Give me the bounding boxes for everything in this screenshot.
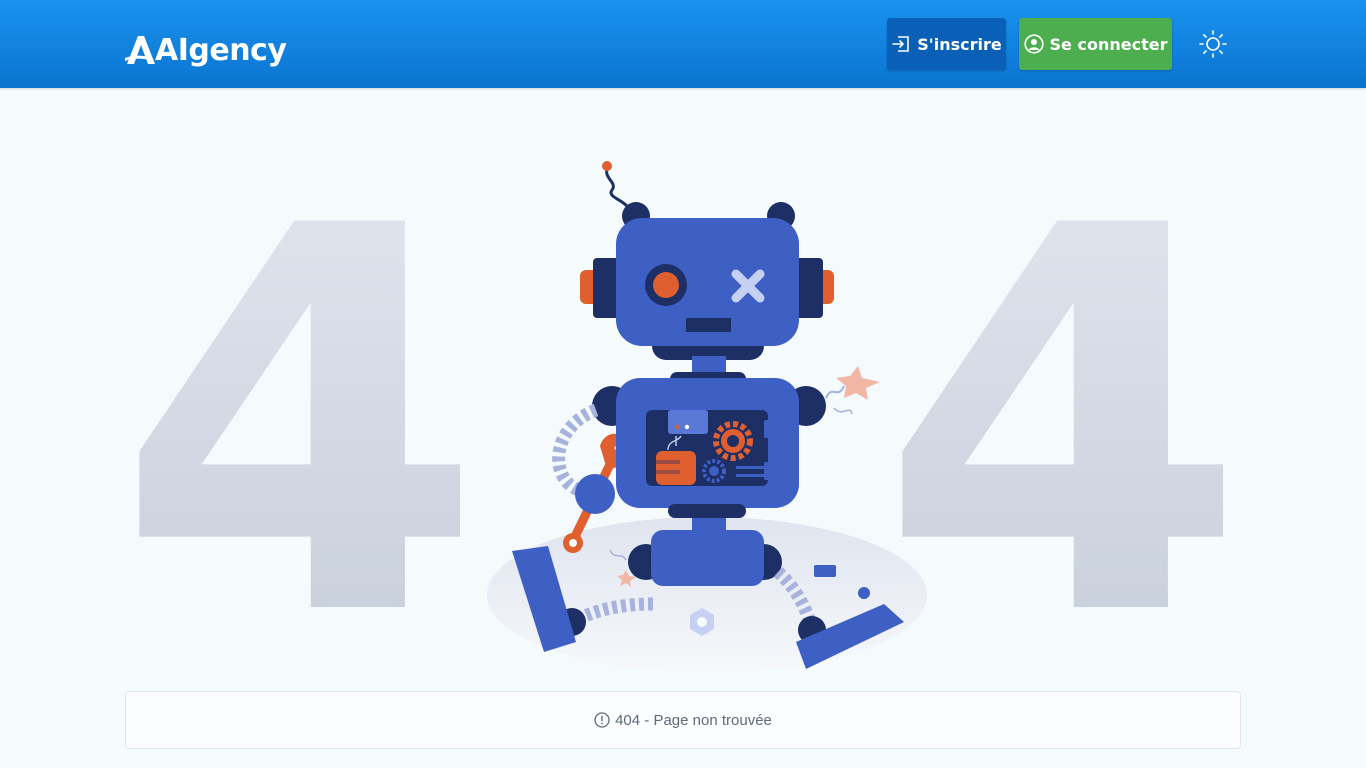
left-digit-4: 4 xyxy=(120,150,484,680)
user-circle-icon xyxy=(1023,34,1044,54)
logo-a-icon xyxy=(125,36,155,64)
exclamation-circle-icon xyxy=(594,712,610,728)
signup-label: S'inscrire xyxy=(917,34,1002,54)
login-label: Se connecter xyxy=(1049,34,1168,54)
sun-icon[interactable] xyxy=(1198,29,1228,59)
error-alert: 404 - Page non trouvée xyxy=(125,691,1241,749)
login-button[interactable]: Se connecter xyxy=(1019,18,1172,70)
right-digit-4: 4 xyxy=(879,150,1248,680)
sign-in-icon xyxy=(892,36,910,52)
signup-button[interactable]: S'inscrire xyxy=(887,18,1006,70)
brand-logo[interactable]: AIgency xyxy=(125,30,287,70)
top-navbar: AIgency S'inscrire Se connecter xyxy=(0,0,1366,88)
error-message: 404 - Page non trouvée xyxy=(615,711,772,729)
error-404-illustration: 4 4 xyxy=(120,150,1248,680)
